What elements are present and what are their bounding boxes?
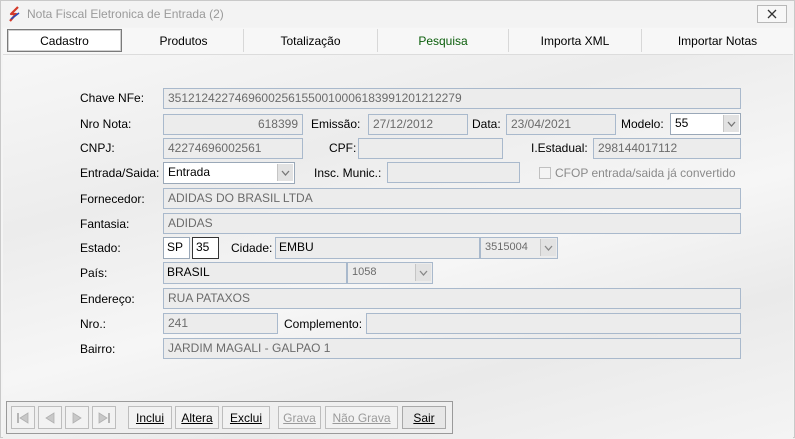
cnpj-label: CNPJ: xyxy=(80,141,115,155)
cidade-code-select[interactable]: 3515004 xyxy=(480,237,558,259)
estado-uf-field[interactable]: SP xyxy=(163,237,190,259)
nao-grava-button[interactable]: Não Grava xyxy=(325,406,398,429)
cfop-checkbox[interactable] xyxy=(539,167,551,179)
inclui-label: Inclui xyxy=(135,410,164,425)
tab-importar-notas[interactable]: Importar Notas xyxy=(642,29,793,52)
cidade-label: Cidade: xyxy=(231,241,273,255)
nao-grava-label: Não Grava xyxy=(332,410,391,425)
fantasia-field[interactable]: ADIDAS xyxy=(163,213,741,234)
next-record-icon xyxy=(72,411,82,424)
main-window: Nota Fiscal Eletronica de Entrada (2) Ca… xyxy=(0,0,795,439)
chevron-down-icon xyxy=(281,170,290,176)
chave-nfe-field[interactable]: 3512124227469600256155001000618399120121… xyxy=(163,88,741,109)
insc-munic-field[interactable] xyxy=(387,162,520,183)
cpf-label: CPF: xyxy=(329,141,357,155)
cfop-checkbox-label: CFOP entrada/saida já convertido xyxy=(555,166,736,180)
cidade-code-dropdown-button[interactable] xyxy=(540,239,556,256)
first-record-icon xyxy=(17,411,29,424)
iestadual-label: I.Estadual: xyxy=(531,141,588,155)
chevron-down-icon xyxy=(727,121,736,127)
altera-button[interactable]: Altera xyxy=(175,406,219,429)
cnpj-field[interactable]: 42274696002561 xyxy=(163,138,303,159)
next-record-button[interactable] xyxy=(65,406,89,429)
endereco-field[interactable]: RUA PATAXOS xyxy=(163,288,741,309)
grava-button[interactable]: Grava xyxy=(278,406,321,429)
entrada-saida-label: Entrada/Saida: xyxy=(80,166,160,180)
nro-nota-field[interactable]: 618399 xyxy=(163,114,303,135)
record-toolbar: Inclui Altera Exclui Grava Não Grava Sai… xyxy=(6,401,453,434)
window-title: Nota Fiscal Eletronica de Entrada (2) xyxy=(27,7,224,21)
bairro-label: Bairro: xyxy=(80,342,116,356)
tab-produtos[interactable]: Produtos xyxy=(124,29,244,52)
modelo-label: Modelo: xyxy=(621,117,664,131)
fantasia-label: Fantasia: xyxy=(80,217,130,231)
tab-bar: Cadastro Produtos Totalização Pesquisa I… xyxy=(3,28,793,54)
title-bar[interactable]: Nota Fiscal Eletronica de Entrada (2) xyxy=(1,1,794,27)
insc-munic-label: Insc. Munic.: xyxy=(314,166,382,180)
grava-label: Grava xyxy=(283,410,316,425)
modelo-select[interactable]: 55 xyxy=(670,113,741,135)
estado-code-field[interactable]: 35 xyxy=(192,237,219,259)
data-label: Data: xyxy=(472,117,501,131)
sair-button[interactable]: Sair xyxy=(402,406,446,429)
emissao-label: Emissão: xyxy=(311,117,361,131)
inclui-button[interactable]: Inclui xyxy=(128,406,172,429)
pais-code-dropdown-button[interactable] xyxy=(415,264,431,281)
estado-label: Estado: xyxy=(80,241,121,255)
emissao-field[interactable]: 27/12/2012 xyxy=(368,114,468,135)
tab-pesquisa[interactable]: Pesquisa xyxy=(378,29,509,52)
fornecedor-label: Fornecedor: xyxy=(80,192,145,206)
pais-label: País: xyxy=(80,266,108,280)
modelo-dropdown-button[interactable] xyxy=(723,115,739,132)
entrada-saida-dropdown-button[interactable] xyxy=(277,164,293,181)
prev-record-icon xyxy=(45,411,55,424)
data-field[interactable]: 23/04/2021 xyxy=(506,114,616,135)
nro-nota-label: Nro Nota: xyxy=(80,117,132,131)
cidade-field[interactable]: EMBU xyxy=(275,237,480,259)
chevron-down-icon xyxy=(544,245,553,251)
cidade-code-value: 3515004 xyxy=(485,241,528,253)
cadastro-panel: Chave NFe: 35121242274696002561550010006… xyxy=(3,54,793,439)
complemento-label: Complemento: xyxy=(284,317,363,331)
altera-label: Altera xyxy=(181,410,213,425)
nro-label: Nro.: xyxy=(80,317,107,331)
close-button[interactable] xyxy=(757,5,787,23)
pais-code-select[interactable]: 1058 xyxy=(347,262,433,284)
entrada-saida-select[interactable]: Entrada xyxy=(163,162,295,184)
close-icon xyxy=(767,9,777,19)
cpf-field[interactable] xyxy=(358,138,503,159)
sair-label: Sair xyxy=(413,410,435,425)
entrada-saida-value: Entrada xyxy=(168,165,211,179)
chave-nfe-label: Chave NFe: xyxy=(80,91,145,105)
last-record-icon xyxy=(98,411,110,424)
endereco-label: Endereço: xyxy=(80,292,135,306)
last-record-button[interactable] xyxy=(92,406,116,429)
exclui-label: Exclui xyxy=(229,410,262,425)
first-record-button[interactable] xyxy=(11,406,35,429)
pais-field[interactable]: BRASIL xyxy=(163,262,347,284)
exclui-button[interactable]: Exclui xyxy=(222,406,270,429)
app-logo-icon xyxy=(9,6,20,22)
tab-cadastro[interactable]: Cadastro xyxy=(7,29,122,52)
chevron-down-icon xyxy=(419,270,428,276)
fornecedor-field[interactable]: ADIDAS DO BRASIL LTDA xyxy=(163,188,741,209)
bairro-field[interactable]: JARDIM MAGALI - GALPAO 1 xyxy=(163,338,741,359)
iestadual-field[interactable]: 298144017112 xyxy=(593,138,741,159)
tab-totalizacao[interactable]: Totalização xyxy=(244,29,378,52)
modelo-value: 55 xyxy=(675,116,689,130)
tab-importa-xml[interactable]: Importa XML xyxy=(509,29,642,52)
pais-code-value: 1058 xyxy=(352,266,377,278)
prev-record-button[interactable] xyxy=(38,406,62,429)
complemento-field[interactable] xyxy=(366,313,741,334)
nro-field[interactable]: 241 xyxy=(163,313,278,334)
